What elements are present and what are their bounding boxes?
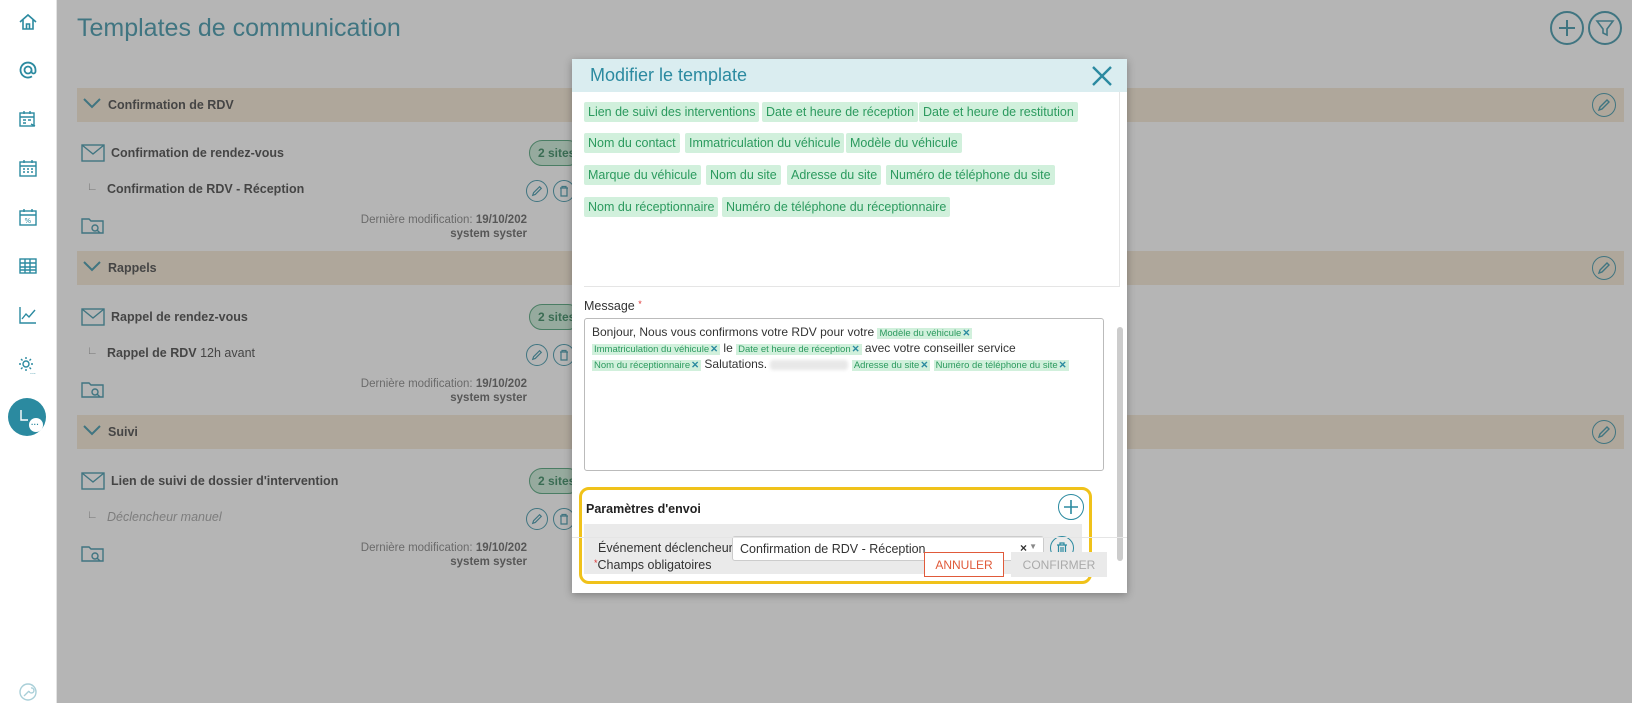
- modal-header: Modifier le template: [572, 59, 1127, 92]
- required-note: *Champs obligatoires: [594, 558, 712, 572]
- message-text: Salutations.: [704, 357, 768, 371]
- home-icon[interactable]: [14, 8, 42, 36]
- variable-chip[interactable]: Nom du contact: [584, 133, 680, 153]
- remove-tag-icon[interactable]: ✕: [1059, 360, 1067, 371]
- params-title: Paramètres d'envoi: [586, 502, 701, 516]
- remove-tag-icon[interactable]: ✕: [962, 328, 970, 339]
- message-tag-label: Nom du réceptionnaire: [594, 360, 691, 371]
- message-label-text: Message: [584, 299, 635, 313]
- modal-footer: *Champs obligatoires ANNULER CONFIRMER: [572, 537, 1127, 593]
- variable-chip[interactable]: Date et heure de restitution: [919, 102, 1078, 122]
- message-tag-label: Immatriculation du véhicule: [594, 344, 710, 355]
- svg-text:...: ...: [30, 369, 36, 375]
- variable-chip[interactable]: Nom du réceptionnaire: [584, 197, 719, 217]
- remove-tag-icon[interactable]: ✕: [920, 360, 928, 371]
- message-editor[interactable]: Bonjour, Nous vous confirmons votre RDV …: [584, 318, 1104, 471]
- variable-chip[interactable]: Marque du véhicule: [584, 165, 702, 185]
- variable-chip[interactable]: Nom du site: [706, 165, 781, 185]
- settings-icon[interactable]: ...: [14, 351, 42, 379]
- cancel-button[interactable]: ANNULER: [924, 552, 1004, 577]
- variable-chip[interactable]: Date et heure de réception: [762, 102, 919, 122]
- close-icon[interactable]: [1091, 65, 1113, 87]
- variable-chip[interactable]: Lien de suivi des interventions: [584, 102, 760, 122]
- message-text: avec votre conseiller service: [864, 341, 1016, 355]
- calendar-percent-icon[interactable]: %: [14, 203, 42, 231]
- message-tag-label: Date et heure de réception: [738, 344, 851, 355]
- sidebar: % ... ···: [0, 0, 57, 703]
- message-tag-label: Adresse du site: [853, 360, 920, 371]
- remove-tag-icon[interactable]: ✕: [691, 360, 699, 371]
- message-tag: Modèle du véhicule✕: [877, 328, 973, 339]
- calendar-icon[interactable]: [14, 154, 42, 182]
- at-icon[interactable]: [14, 56, 42, 84]
- remove-tag-icon[interactable]: ✕: [710, 344, 718, 355]
- confirm-button[interactable]: CONFIRMER: [1011, 552, 1107, 577]
- variable-chips: Lien de suivi des interventions Date et …: [584, 92, 1120, 287]
- add-param-button[interactable]: [1058, 494, 1084, 520]
- blurred-text: [770, 359, 849, 370]
- message-tag: Immatriculation du véhicule✕: [592, 344, 721, 355]
- svg-text:···: ···: [31, 420, 39, 429]
- message-tag: Adresse du site✕: [851, 360, 931, 371]
- modal-title: Modifier le template: [590, 65, 748, 85]
- variable-chip[interactable]: Numéro de téléphone du site: [886, 165, 1055, 185]
- required-note-text: Champs obligatoires: [597, 558, 712, 572]
- table-icon[interactable]: [14, 252, 42, 280]
- svg-text:%: %: [25, 217, 32, 225]
- variable-chip[interactable]: Immatriculation du véhicule: [685, 133, 845, 153]
- message-text: Bonjour, Nous vous confirmons votre RDV …: [592, 325, 875, 339]
- modal-scrollbar[interactable]: [1117, 327, 1123, 561]
- variable-chip[interactable]: Adresse du site: [787, 165, 882, 185]
- remove-tag-icon[interactable]: ✕: [852, 344, 860, 355]
- message-tag: Nom du réceptionnaire✕: [592, 360, 702, 371]
- message-tag: Date et heure de réception✕: [736, 344, 862, 355]
- variable-chip[interactable]: Modèle du véhicule: [846, 133, 962, 153]
- chart-line-icon[interactable]: [14, 301, 42, 329]
- calendar-list-icon[interactable]: [14, 105, 42, 133]
- user-avatar[interactable]: ···: [8, 398, 46, 436]
- message-label: Message *: [584, 299, 642, 313]
- message-text: le: [723, 341, 733, 355]
- message-tag-label: Modèle du véhicule: [879, 328, 962, 339]
- wrench-icon[interactable]: [14, 678, 42, 706]
- message-tag: Numéro de téléphone du site✕: [933, 360, 1069, 371]
- edit-template-modal: Modifier le template Lien de suivi des i…: [572, 59, 1127, 593]
- variable-chip[interactable]: Numéro de téléphone du réceptionnaire: [722, 197, 951, 217]
- message-tag-label: Numéro de téléphone du site: [935, 360, 1058, 371]
